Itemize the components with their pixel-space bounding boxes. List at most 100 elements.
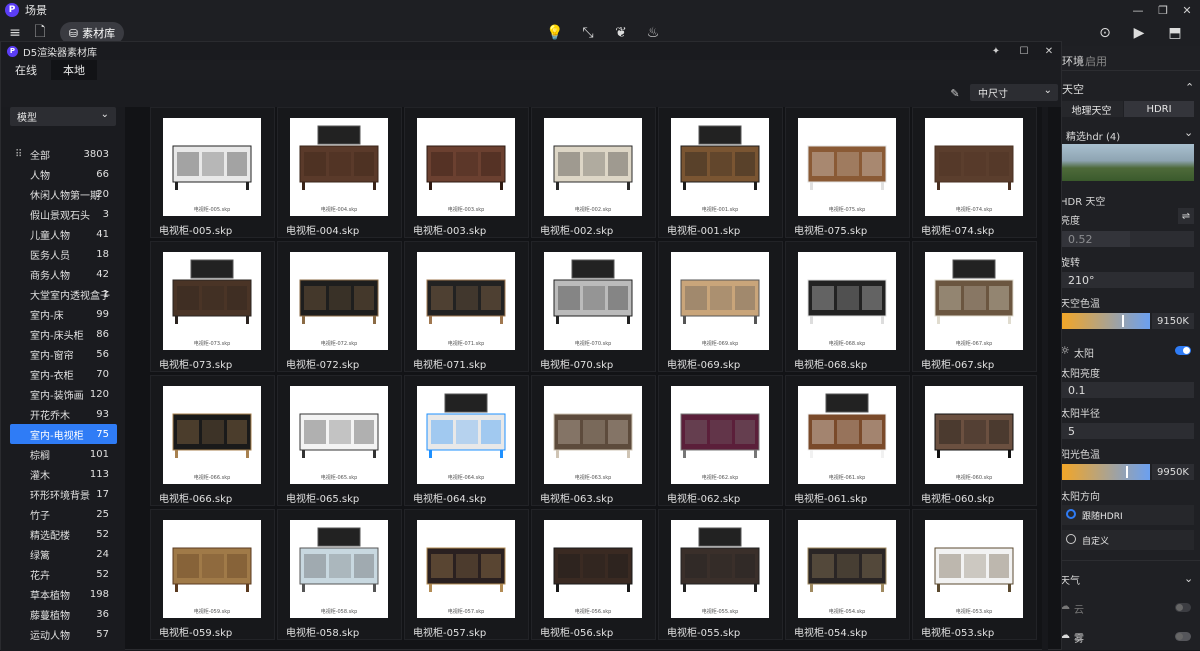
asset-card[interactable]: 电视柜-064.skp 电视柜-064.skp: [404, 375, 529, 506]
category-item[interactable]: 室内-电视柜 75: [10, 424, 117, 444]
category-all[interactable]: ⠿ 全部 3803: [10, 144, 117, 164]
light-bulb-icon[interactable]: 💡: [546, 24, 564, 42]
camera-icon[interactable]: ⊙: [1096, 24, 1114, 42]
category-type-dropdown[interactable]: 模型 ⌄: [10, 107, 116, 126]
category-item[interactable]: 室内-床头柜 86: [10, 324, 117, 344]
sun-brightness-input[interactable]: 0.1: [1060, 382, 1194, 398]
asset-thumbnail[interactable]: 电视柜-003.skp: [417, 118, 515, 216]
asset-card[interactable]: 电视柜-002.skp 电视柜-002.skp: [531, 107, 656, 238]
category-item[interactable]: 花卉 52: [10, 564, 117, 584]
category-item[interactable]: 藤蔓植物 36: [10, 604, 117, 624]
hdri-select[interactable]: 精选hdr (4): [1066, 128, 1120, 143]
close-window-icon[interactable]: ✕: [1174, 0, 1200, 20]
asset-card[interactable]: 电视柜-003.skp 电视柜-003.skp: [404, 107, 529, 238]
asset-thumbnail[interactable]: 电视柜-054.skp: [798, 520, 896, 618]
asset-card[interactable]: 电视柜-004.skp 电视柜-004.skp: [277, 107, 402, 238]
asset-card[interactable]: 电视柜-001.skp 电视柜-001.skp: [658, 107, 783, 238]
asset-card[interactable]: 电视柜-067.skp 电视柜-067.skp: [912, 241, 1037, 372]
category-item[interactable]: 大堂室内透视盒子 1: [10, 284, 117, 304]
asset-card[interactable]: 电视柜-054.skp 电视柜-054.skp: [785, 509, 910, 640]
category-item[interactable]: 休闲人物第一期 20: [10, 184, 117, 204]
asset-thumbnail[interactable]: 电视柜-070.skp: [544, 252, 642, 350]
sky-temp-slider[interactable]: [1060, 313, 1150, 329]
chevron-up-icon[interactable]: ⌃: [1185, 81, 1194, 94]
asset-card[interactable]: 电视柜-072.skp 电视柜-072.skp: [277, 241, 402, 372]
asset-card[interactable]: 电视柜-074.skp 电视柜-074.skp: [912, 107, 1037, 238]
asset-thumbnail[interactable]: 电视柜-059.skp: [163, 520, 261, 618]
asset-thumbnail[interactable]: 电视柜-075.skp: [798, 118, 896, 216]
asset-thumbnail[interactable]: 电视柜-071.skp: [417, 252, 515, 350]
asset-thumbnail[interactable]: 电视柜-069.skp: [671, 252, 769, 350]
size-select[interactable]: 中尺寸 ⌄: [970, 84, 1058, 101]
asset-card[interactable]: 电视柜-060.skp 电视柜-060.skp: [912, 375, 1037, 506]
asset-card[interactable]: 电视柜-057.skp 电视柜-057.skp: [404, 509, 529, 640]
asset-card[interactable]: 电视柜-005.skp 电视柜-005.skp: [150, 107, 275, 238]
category-item[interactable]: 商务人物 42: [10, 264, 117, 284]
radio-selected-icon[interactable]: [1066, 509, 1076, 519]
sun-toggle[interactable]: [1175, 346, 1191, 355]
chevron-down-icon[interactable]: ⌄: [1184, 572, 1193, 585]
asset-thumbnail[interactable]: 电视柜-074.skp: [925, 118, 1023, 216]
asset-card[interactable]: 电视柜-075.skp 电视柜-075.skp: [785, 107, 910, 238]
sun-temp-slider[interactable]: [1060, 464, 1150, 480]
tab-start[interactable]: 启用: [1085, 53, 1107, 69]
close-dialog-icon[interactable]: ✕: [1039, 42, 1059, 60]
pin-icon[interactable]: ✦: [986, 42, 1006, 60]
category-item[interactable]: 草本植物 198: [10, 584, 117, 604]
asset-card[interactable]: 电视柜-065.skp 电视柜-065.skp: [277, 375, 402, 506]
asset-card[interactable]: 电视柜-069.skp 电视柜-069.skp: [658, 241, 783, 372]
asset-thumbnail[interactable]: 电视柜-005.skp: [163, 118, 261, 216]
tab-online[interactable]: 在线: [1, 60, 51, 80]
asset-thumbnail[interactable]: 电视柜-072.skp: [290, 252, 388, 350]
maximize-icon[interactable]: ☐: [1014, 42, 1034, 60]
asset-card[interactable]: 电视柜-058.skp 电视柜-058.skp: [277, 509, 402, 640]
leaf-icon[interactable]: ❦: [612, 24, 630, 42]
asset-card[interactable]: 电视柜-056.skp 电视柜-056.skp: [531, 509, 656, 640]
asset-thumbnail[interactable]: 电视柜-004.skp: [290, 118, 388, 216]
tab-local[interactable]: 本地: [51, 60, 97, 80]
restore-icon[interactable]: ❐: [1150, 0, 1176, 20]
asset-card[interactable]: 电视柜-070.skp 电视柜-070.skp: [531, 241, 656, 372]
hdri-preview-image[interactable]: [1060, 144, 1194, 181]
brightness-input[interactable]: 0.52: [1060, 231, 1194, 247]
category-item[interactable]: 假山景观石头 3: [10, 204, 117, 224]
category-item[interactable]: 竹子 25: [10, 504, 117, 524]
asset-thumbnail[interactable]: 电视柜-064.skp: [417, 386, 515, 484]
fog-toggle[interactable]: [1175, 632, 1191, 641]
asset-thumbnail[interactable]: 电视柜-056.skp: [544, 520, 642, 618]
asset-card[interactable]: 电视柜-068.skp 电视柜-068.skp: [785, 241, 910, 372]
category-item[interactable]: 灌木 113: [10, 464, 117, 484]
asset-card[interactable]: 电视柜-062.skp 电视柜-062.skp: [658, 375, 783, 506]
asset-card[interactable]: 电视柜-059.skp 电视柜-059.skp: [150, 509, 275, 640]
cloud-toggle[interactable]: [1175, 603, 1191, 612]
asset-thumbnail[interactable]: 电视柜-053.skp: [925, 520, 1023, 618]
asset-thumbnail[interactable]: 电视柜-073.skp: [163, 252, 261, 350]
asset-thumbnail[interactable]: 电视柜-063.skp: [544, 386, 642, 484]
category-item[interactable]: 棕榈 101: [10, 444, 117, 464]
follow-hdri-option[interactable]: 跟随HDRI: [1060, 505, 1194, 525]
category-item[interactable]: 儿童人物 41: [10, 224, 117, 244]
asset-card[interactable]: 电视柜-071.skp 电视柜-071.skp: [404, 241, 529, 372]
category-item[interactable]: 环形环境背景 17: [10, 484, 117, 504]
video-icon[interactable]: ▶: [1130, 24, 1148, 42]
chevron-down-icon[interactable]: ⌄: [1184, 126, 1193, 139]
tab-hdri[interactable]: HDRI: [1124, 101, 1194, 117]
asset-thumbnail[interactable]: 电视柜-065.skp: [290, 386, 388, 484]
category-item[interactable]: 精选配楼 52: [10, 524, 117, 544]
radio-icon[interactable]: [1066, 534, 1076, 544]
category-item[interactable]: 医务人员 18: [10, 244, 117, 264]
minimize-icon[interactable]: —: [1125, 0, 1151, 20]
sky-temp-knob[interactable]: [1121, 315, 1124, 327]
custom-direction-option[interactable]: 自定义: [1060, 530, 1194, 550]
asset-card[interactable]: 电视柜-063.skp 电视柜-063.skp: [531, 375, 656, 506]
category-item[interactable]: 开花乔木 93: [10, 404, 117, 424]
sun-temp-knob[interactable]: [1126, 466, 1128, 478]
edit-icon[interactable]: ✎: [947, 85, 963, 101]
menu-icon[interactable]: ≡: [6, 24, 24, 42]
sun-radius-input[interactable]: 5: [1060, 423, 1194, 439]
asset-thumbnail[interactable]: 电视柜-060.skp: [925, 386, 1023, 484]
category-item[interactable]: 运动人物 57: [10, 624, 117, 644]
asset-card[interactable]: 电视柜-066.skp 电视柜-066.skp: [150, 375, 275, 506]
asset-thumbnail[interactable]: 电视柜-002.skp: [544, 118, 642, 216]
tab-geo-sky[interactable]: 地理天空: [1060, 101, 1123, 117]
